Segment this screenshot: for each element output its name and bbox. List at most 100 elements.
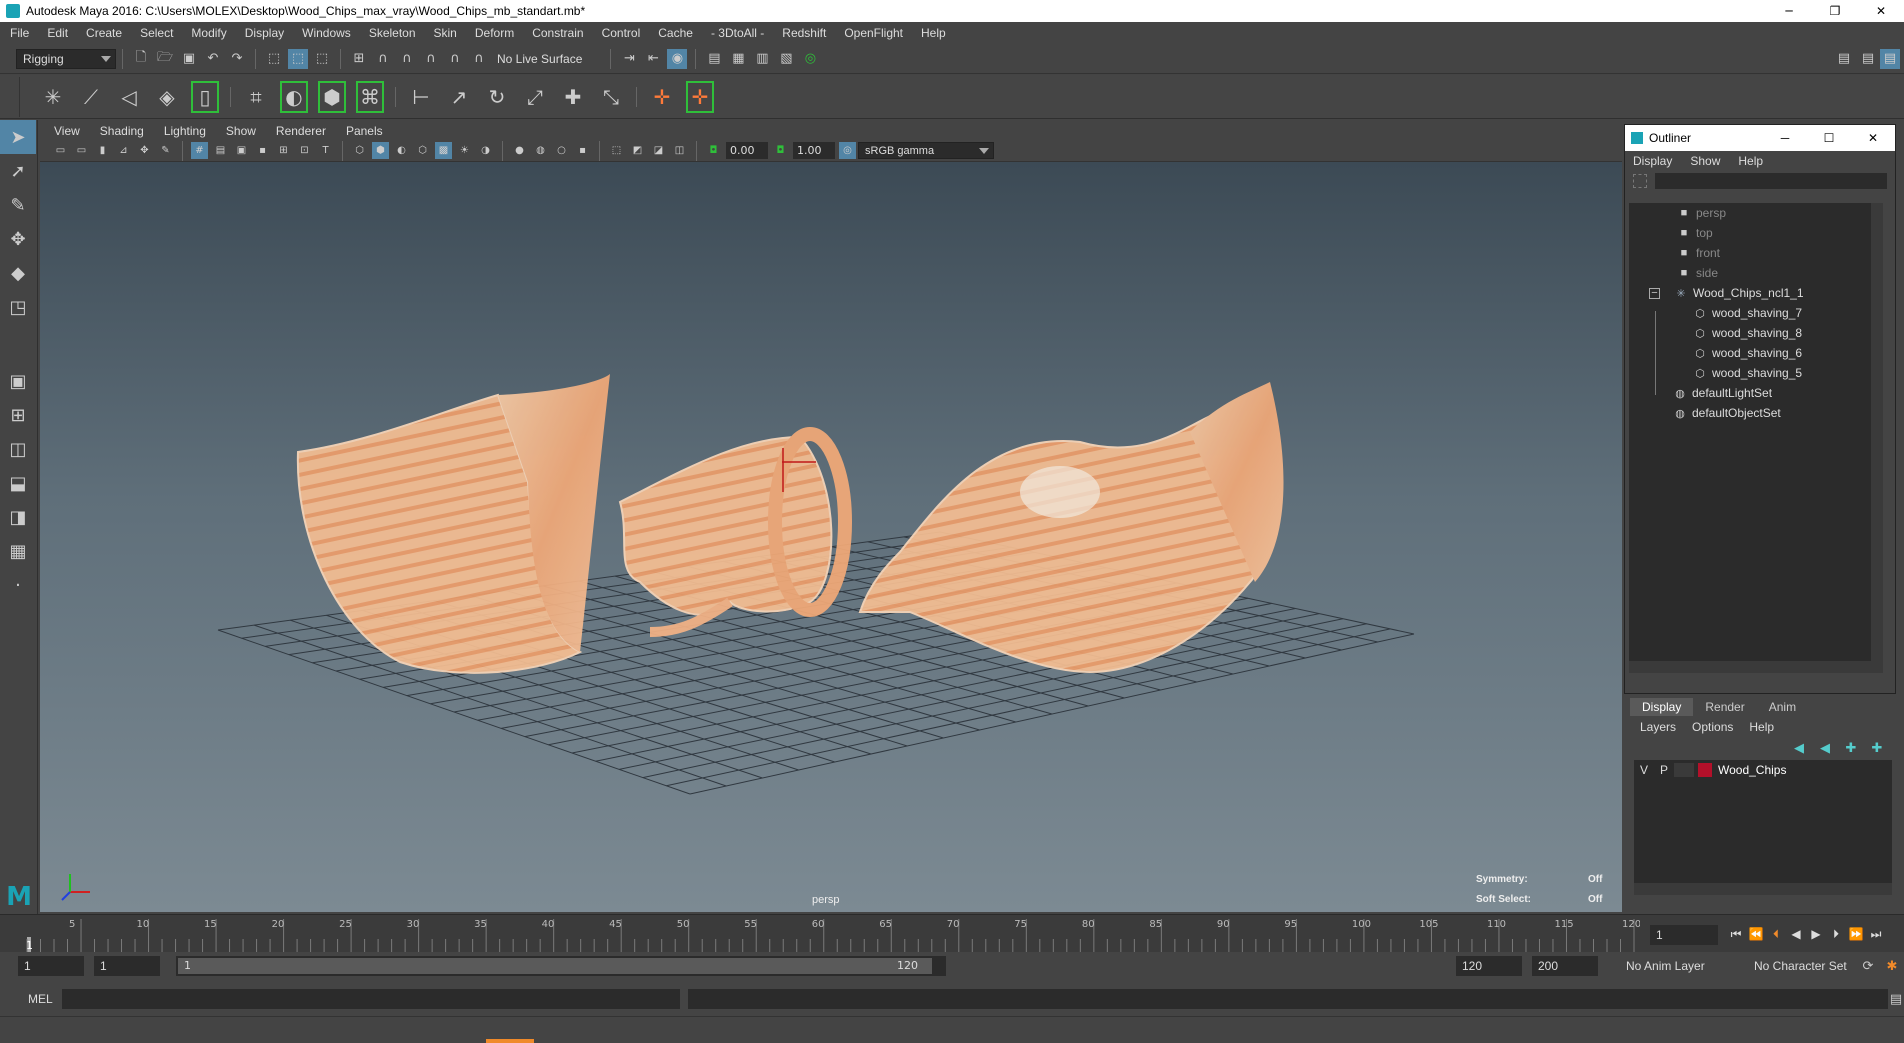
menu-display[interactable]: Display bbox=[245, 26, 284, 40]
menu-3dtoall[interactable]: - 3DtoAll - bbox=[711, 26, 764, 40]
rotate-tool-icon[interactable]: ◆ bbox=[0, 256, 36, 290]
save-scene-icon[interactable]: ▣ bbox=[179, 49, 199, 69]
ipr-render-icon[interactable]: ▥ bbox=[752, 49, 772, 69]
panel-menu-view[interactable]: View bbox=[54, 124, 80, 138]
outliner-menu-help[interactable]: Help bbox=[1738, 154, 1763, 168]
paint-select-icon[interactable]: ✎ bbox=[0, 188, 36, 222]
menu-cache[interactable]: Cache bbox=[658, 26, 693, 40]
default-material-icon[interactable]: ◐ bbox=[393, 142, 410, 159]
go-to-start-icon[interactable]: ⏮ bbox=[1726, 924, 1746, 944]
panel-options-icon[interactable]: · bbox=[0, 568, 36, 602]
undo-icon[interactable]: ↶ bbox=[203, 49, 223, 69]
persp-graph-layout-icon[interactable]: ⬓ bbox=[0, 466, 36, 500]
menu-help[interactable]: Help bbox=[921, 26, 946, 40]
new-layer-selected-icon[interactable]: ✚ bbox=[1866, 738, 1888, 758]
use-all-lights-icon[interactable]: ☀ bbox=[456, 142, 473, 159]
restore-button[interactable]: ❐ bbox=[1812, 0, 1858, 22]
list-item[interactable]: ■ persp bbox=[1629, 203, 1883, 223]
aim-constraint-icon[interactable]: ✚ bbox=[557, 79, 589, 115]
render-view-icon[interactable]: ▤ bbox=[704, 49, 724, 69]
snap-point-icon[interactable]: ∩ bbox=[397, 49, 417, 69]
film-gate-icon[interactable]: ▤ bbox=[212, 142, 229, 159]
ik-handle-icon[interactable]: ◁ bbox=[113, 79, 145, 115]
image-plane-icon[interactable]: ⊿ bbox=[115, 142, 132, 159]
grid-toggle-icon[interactable]: # bbox=[191, 142, 208, 159]
workspace-icon[interactable]: ▤ bbox=[1834, 49, 1854, 69]
tab-anim[interactable]: Anim bbox=[1757, 698, 1808, 716]
list-item[interactable]: ⬡ wood_shaving_8 bbox=[1629, 323, 1883, 343]
layer-color-swatch[interactable] bbox=[1698, 763, 1712, 777]
persp-uv-layout-icon[interactable]: ▦ bbox=[0, 534, 36, 568]
single-perspective-layout-icon[interactable]: ▣ bbox=[0, 364, 36, 398]
step-forward-frame-icon[interactable]: ⏵ bbox=[1826, 924, 1846, 944]
screen-space-ao-icon[interactable]: ● bbox=[511, 142, 528, 159]
select-camera-icon[interactable]: ▭ bbox=[52, 142, 69, 159]
redo-icon[interactable]: ↷ bbox=[227, 49, 247, 69]
wireframe-on-shaded-icon[interactable]: ⬡ bbox=[414, 142, 431, 159]
move-layer-up-icon[interactable]: ◀ bbox=[1788, 738, 1810, 758]
render-settings-icon[interactable]: ▧ bbox=[776, 49, 796, 69]
anti-aliasing-icon[interactable]: ○ bbox=[553, 142, 570, 159]
field-chart-icon[interactable]: ⊞ bbox=[275, 142, 292, 159]
persp-outliner-layout-icon[interactable]: ◫ bbox=[0, 432, 36, 466]
display-type-toggle[interactable] bbox=[1674, 763, 1694, 777]
textured-icon[interactable]: ▩ bbox=[435, 142, 452, 159]
motion-blur-icon[interactable]: ◍ bbox=[532, 142, 549, 159]
current-frame-field[interactable]: 1 bbox=[1650, 925, 1718, 945]
camera-attributes-icon[interactable]: ▭ bbox=[73, 142, 90, 159]
list-item[interactable]: − ✳ Wood_Chips_ncl1_1 bbox=[1629, 283, 1883, 303]
2d-pan-zoom-icon[interactable]: ✥ bbox=[136, 142, 153, 159]
wireframe-icon[interactable]: ⬡ bbox=[351, 142, 368, 159]
cluster-icon[interactable]: ⌘ bbox=[354, 79, 386, 115]
play-backwards-icon[interactable]: ◀ bbox=[1786, 924, 1806, 944]
color-management-icon[interactable]: ◎ bbox=[839, 142, 856, 159]
close-button[interactable]: ✕ bbox=[1851, 125, 1895, 151]
select-object-icon[interactable]: ⬚ bbox=[288, 48, 308, 69]
go-to-end-icon[interactable]: ⏭ bbox=[1866, 924, 1886, 944]
layer-row[interactable]: V P Wood_Chips bbox=[1634, 760, 1892, 780]
safe-title-icon[interactable]: T bbox=[317, 142, 334, 159]
list-item[interactable]: ◍ defaultObjectSet bbox=[1629, 403, 1883, 423]
shelf-tabs-handle[interactable] bbox=[0, 76, 20, 117]
new-scene-icon[interactable]: 🗋 bbox=[131, 49, 151, 69]
parent-constraint-icon[interactable]: ⊢ bbox=[405, 79, 437, 115]
anim-layer-dropdown[interactable]: No Anim Layer bbox=[1620, 956, 1746, 976]
maximize-button[interactable]: ☐ bbox=[1807, 125, 1851, 151]
hypershade-icon[interactable]: ◎ bbox=[800, 49, 820, 69]
outliner-vscrollbar[interactable] bbox=[1871, 203, 1883, 673]
menu-edit[interactable]: Edit bbox=[47, 26, 68, 40]
snap-grid-icon[interactable]: ⊞ bbox=[349, 49, 369, 69]
xray-joints-icon[interactable]: ◪ bbox=[650, 142, 667, 159]
mel-label[interactable]: MEL bbox=[28, 992, 53, 1006]
exposure-icon[interactable]: ◘ bbox=[705, 142, 722, 159]
layer-menu-help[interactable]: Help bbox=[1749, 720, 1774, 734]
menu-deform[interactable]: Deform bbox=[475, 26, 514, 40]
depth-of-field-icon[interactable]: ▪ bbox=[574, 142, 591, 159]
layer-menu-options[interactable]: Options bbox=[1692, 720, 1733, 734]
colorspace-dropdown[interactable]: sRGB gamma bbox=[858, 142, 994, 159]
menuset-dropdown[interactable]: Rigging bbox=[16, 48, 116, 69]
output-ops-icon[interactable]: ⇤ bbox=[643, 49, 663, 69]
select-tool-icon[interactable]: ➤ bbox=[0, 120, 36, 154]
range-bar[interactable]: 1 120 bbox=[176, 956, 946, 976]
open-scene-icon[interactable]: 🗁 bbox=[155, 49, 175, 69]
gamma-icon[interactable]: ◘ bbox=[772, 142, 789, 159]
new-layer-icon[interactable]: ✚ bbox=[1840, 738, 1862, 758]
animation-start-field[interactable]: 1 bbox=[18, 956, 84, 976]
viewport-persp[interactable]: persp Symmetry: Off Soft Select: Off bbox=[40, 162, 1622, 912]
quick-rig-icon[interactable]: ▯ bbox=[189, 79, 221, 115]
xray-components-icon[interactable]: ◫ bbox=[671, 142, 688, 159]
tab-render[interactable]: Render bbox=[1693, 698, 1756, 716]
outliner-menu-show[interactable]: Show bbox=[1690, 154, 1720, 168]
input-ops-icon[interactable]: ⇥ bbox=[619, 49, 639, 69]
step-back-frame-icon[interactable]: ⏴ bbox=[1766, 924, 1786, 944]
resolution-gate-icon[interactable]: ▣ bbox=[233, 142, 250, 159]
playback-start-field[interactable]: 1 bbox=[94, 956, 160, 976]
gate-mask-icon[interactable]: ▪ bbox=[254, 142, 271, 159]
collapse-icon[interactable]: − bbox=[1649, 287, 1660, 299]
scale-tool-icon[interactable]: ◳ bbox=[0, 290, 36, 324]
list-item[interactable]: ■ top bbox=[1629, 223, 1883, 243]
persp-hypershade-layout-icon[interactable]: ◨ bbox=[0, 500, 36, 534]
menu-select[interactable]: Select bbox=[140, 26, 173, 40]
gamma-field[interactable]: 1.00 bbox=[793, 142, 835, 159]
